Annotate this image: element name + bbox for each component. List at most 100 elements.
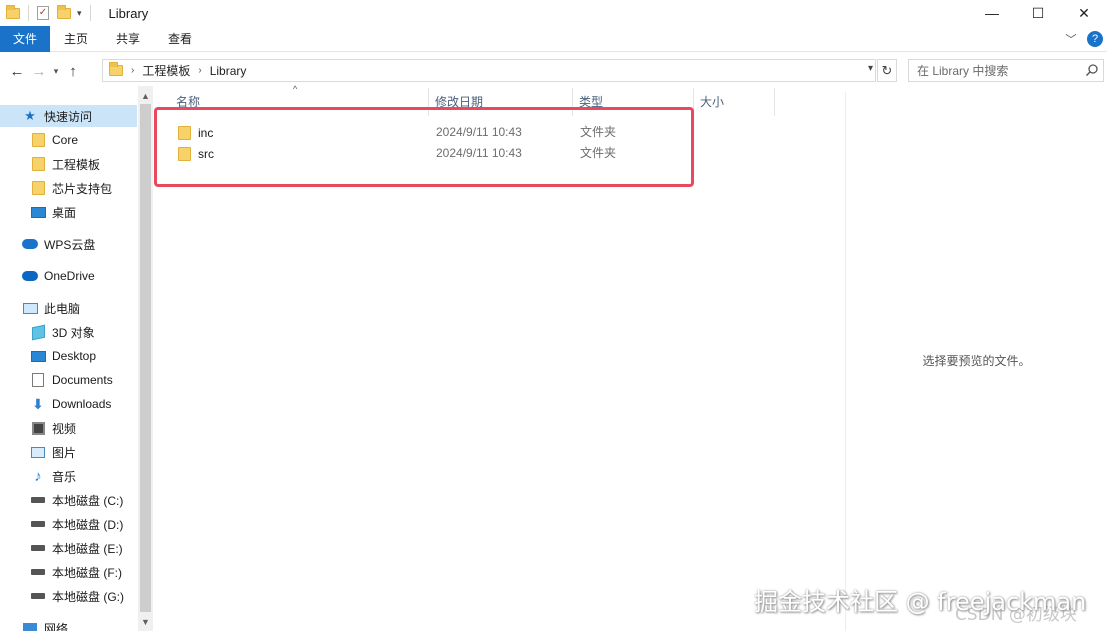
customize-toolbar-icon[interactable]: ▾ bbox=[77, 8, 82, 19]
recent-locations-icon[interactable]: ▾ bbox=[50, 66, 62, 77]
folder-icon bbox=[31, 157, 45, 171]
sidebar-item-label: 本地磁盘 (C:) bbox=[52, 493, 124, 508]
sidebar-item-downloads[interactable]: ⬇ Downloads bbox=[0, 393, 137, 415]
sidebar-item-drive-d[interactable]: 本地磁盘 (D:) bbox=[0, 513, 137, 535]
sidebar-item-3d-objects[interactable]: 3D 对象 bbox=[0, 321, 137, 343]
sidebar-item-onedrive[interactable]: OneDrive bbox=[0, 265, 137, 287]
onedrive-icon bbox=[22, 271, 38, 281]
window-title: Library bbox=[108, 5, 149, 21]
desktop-icon bbox=[30, 206, 46, 218]
sidebar-item-label: Documents bbox=[52, 373, 113, 387]
sidebar-item-drive-c[interactable]: 本地磁盘 (C:) bbox=[0, 489, 137, 511]
sidebar-item-label: 芯片支持包 bbox=[52, 181, 113, 196]
search-placeholder: 在 Library 中搜索 bbox=[917, 64, 1009, 78]
sidebar-item-documents[interactable]: Documents bbox=[0, 369, 137, 391]
sidebar-item-label: 网络 bbox=[44, 621, 69, 631]
breadcrumb-item[interactable]: 工程模板 bbox=[142, 62, 190, 79]
chevron-down-icon[interactable]: ▾ bbox=[868, 63, 873, 74]
navigation-pane: ★ 快速访问 Core 工程模板 芯片支持包 桌面 WPS云盘 OneDrive… bbox=[0, 92, 138, 631]
scroll-up-icon[interactable]: ▲ bbox=[138, 88, 153, 104]
ribbon-tabs: 文件 主页 共享 查看 ﹀ ? bbox=[0, 25, 1107, 52]
sidebar-item-drive-e[interactable]: 本地磁盘 (E:) bbox=[0, 537, 137, 559]
breadcrumb-separator-icon[interactable]: › bbox=[131, 65, 134, 76]
new-folder-icon[interactable] bbox=[57, 4, 71, 19]
folder-icon bbox=[31, 181, 45, 195]
sidebar-item-drive-g[interactable]: 本地磁盘 (G:) bbox=[0, 585, 137, 607]
sidebar-item-wps-cloud[interactable]: WPS云盘 bbox=[0, 233, 137, 255]
sidebar-item-videos[interactable]: 视频 bbox=[0, 417, 137, 439]
expand-ribbon-icon[interactable]: ﹀ bbox=[1061, 31, 1081, 47]
drive-icon bbox=[31, 497, 45, 503]
column-header-size[interactable]: 大小 bbox=[694, 88, 774, 116]
search-input[interactable]: 在 Library 中搜索 bbox=[908, 59, 1104, 82]
back-arrow-icon[interactable]: ← bbox=[6, 63, 28, 80]
maximize-button[interactable]: ☐ bbox=[1015, 0, 1061, 26]
scroll-thumb[interactable] bbox=[140, 104, 151, 612]
sidebar-item-core[interactable]: Core bbox=[0, 129, 137, 151]
sidebar-item-label: 3D 对象 bbox=[52, 325, 95, 340]
sidebar-item-quick-access[interactable]: ★ 快速访问 bbox=[0, 105, 137, 127]
sidebar-item-this-pc[interactable]: 此电脑 bbox=[0, 297, 137, 319]
cloud-icon bbox=[22, 239, 38, 249]
sidebar-item-label: Desktop bbox=[52, 349, 97, 363]
sidebar-item-desktop[interactable]: Desktop bbox=[0, 345, 137, 367]
help-icon[interactable]: ? bbox=[1087, 31, 1103, 47]
sidebar-item-music[interactable]: ♪ 音乐 bbox=[0, 465, 137, 487]
sidebar-item-pictures[interactable]: 图片 bbox=[0, 441, 137, 463]
up-arrow-icon[interactable]: ↑ bbox=[62, 63, 84, 80]
tab-home[interactable]: 主页 bbox=[50, 26, 102, 52]
folder-icon bbox=[109, 62, 123, 76]
address-bar[interactable]: › 工程模板 › Library ▾ bbox=[102, 59, 876, 82]
drive-icon bbox=[31, 521, 45, 527]
search-icon[interactable] bbox=[1085, 63, 1099, 77]
navigation-bar: ← → ▾ ↑ › 工程模板 › Library ▾ ↻ 在 Library 中… bbox=[0, 56, 1107, 86]
sidebar-scrollbar[interactable]: ▲ ▼ bbox=[138, 86, 153, 631]
sidebar-item-label: 本地磁盘 (D:) bbox=[52, 517, 124, 532]
sidebar-item-label: WPS云盘 bbox=[44, 237, 96, 252]
annotation-highlight-box bbox=[154, 107, 694, 187]
documents-icon bbox=[32, 373, 44, 387]
watermark-juejin: 掘金技术社区 @ freejackman bbox=[754, 588, 1087, 616]
sidebar-item-project-template[interactable]: 工程模板 bbox=[0, 153, 137, 175]
sidebar-item-network[interactable]: 网络 bbox=[0, 617, 137, 631]
close-button[interactable]: ✕ bbox=[1061, 0, 1107, 26]
sidebar-item-drive-f[interactable]: 本地磁盘 (F:) bbox=[0, 561, 137, 583]
minimize-button[interactable]: — bbox=[969, 0, 1015, 26]
network-icon bbox=[23, 623, 37, 631]
sidebar-item-label: 音乐 bbox=[52, 469, 77, 484]
title-bar: ✓ ▾ Library — ☐ ✕ bbox=[0, 0, 1107, 26]
sidebar-item-label: 本地磁盘 (E:) bbox=[52, 541, 123, 556]
sidebar-item-label: Downloads bbox=[52, 397, 112, 411]
sidebar-item-desktop-pinned[interactable]: 桌面 bbox=[0, 201, 137, 223]
pictures-icon bbox=[31, 446, 45, 458]
refresh-button[interactable]: ↻ bbox=[877, 59, 897, 82]
window-controls: — ☐ ✕ bbox=[969, 0, 1107, 26]
column-divider[interactable] bbox=[774, 88, 775, 116]
download-icon: ⬇ bbox=[32, 395, 44, 412]
sidebar-item-chip-support-pack[interactable]: 芯片支持包 bbox=[0, 177, 137, 199]
tab-file[interactable]: 文件 bbox=[0, 25, 51, 52]
sidebar-item-label: 图片 bbox=[52, 445, 77, 460]
scroll-down-icon[interactable]: ▼ bbox=[138, 614, 153, 630]
pc-icon bbox=[22, 302, 38, 314]
sidebar-item-label: 本地磁盘 (F:) bbox=[52, 565, 122, 580]
star-icon: ★ bbox=[24, 108, 36, 123]
sidebar-item-label: 本地磁盘 (G:) bbox=[52, 589, 124, 604]
3d-objects-icon bbox=[31, 324, 45, 340]
desktop-icon bbox=[30, 350, 46, 362]
quick-access-toolbar: ✓ ▾ bbox=[0, 0, 99, 26]
sidebar-item-label: OneDrive bbox=[44, 269, 95, 283]
breadcrumb-item[interactable]: Library bbox=[210, 64, 247, 78]
sidebar-item-label: 此电脑 bbox=[44, 301, 81, 316]
tab-share[interactable]: 共享 bbox=[102, 26, 154, 52]
ribbon-right-controls: ﹀ ? bbox=[1061, 26, 1107, 52]
properties-icon[interactable]: ✓ bbox=[37, 6, 49, 20]
divider bbox=[89, 5, 91, 21]
tab-view[interactable]: 查看 bbox=[154, 26, 206, 52]
forward-arrow-icon[interactable]: → bbox=[28, 63, 50, 80]
sidebar-item-label: 工程模板 bbox=[52, 157, 101, 172]
drive-icon bbox=[31, 569, 45, 575]
breadcrumb-separator-icon[interactable]: › bbox=[198, 65, 201, 76]
sidebar-item-label: Core bbox=[52, 133, 79, 147]
drive-icon bbox=[31, 593, 45, 599]
